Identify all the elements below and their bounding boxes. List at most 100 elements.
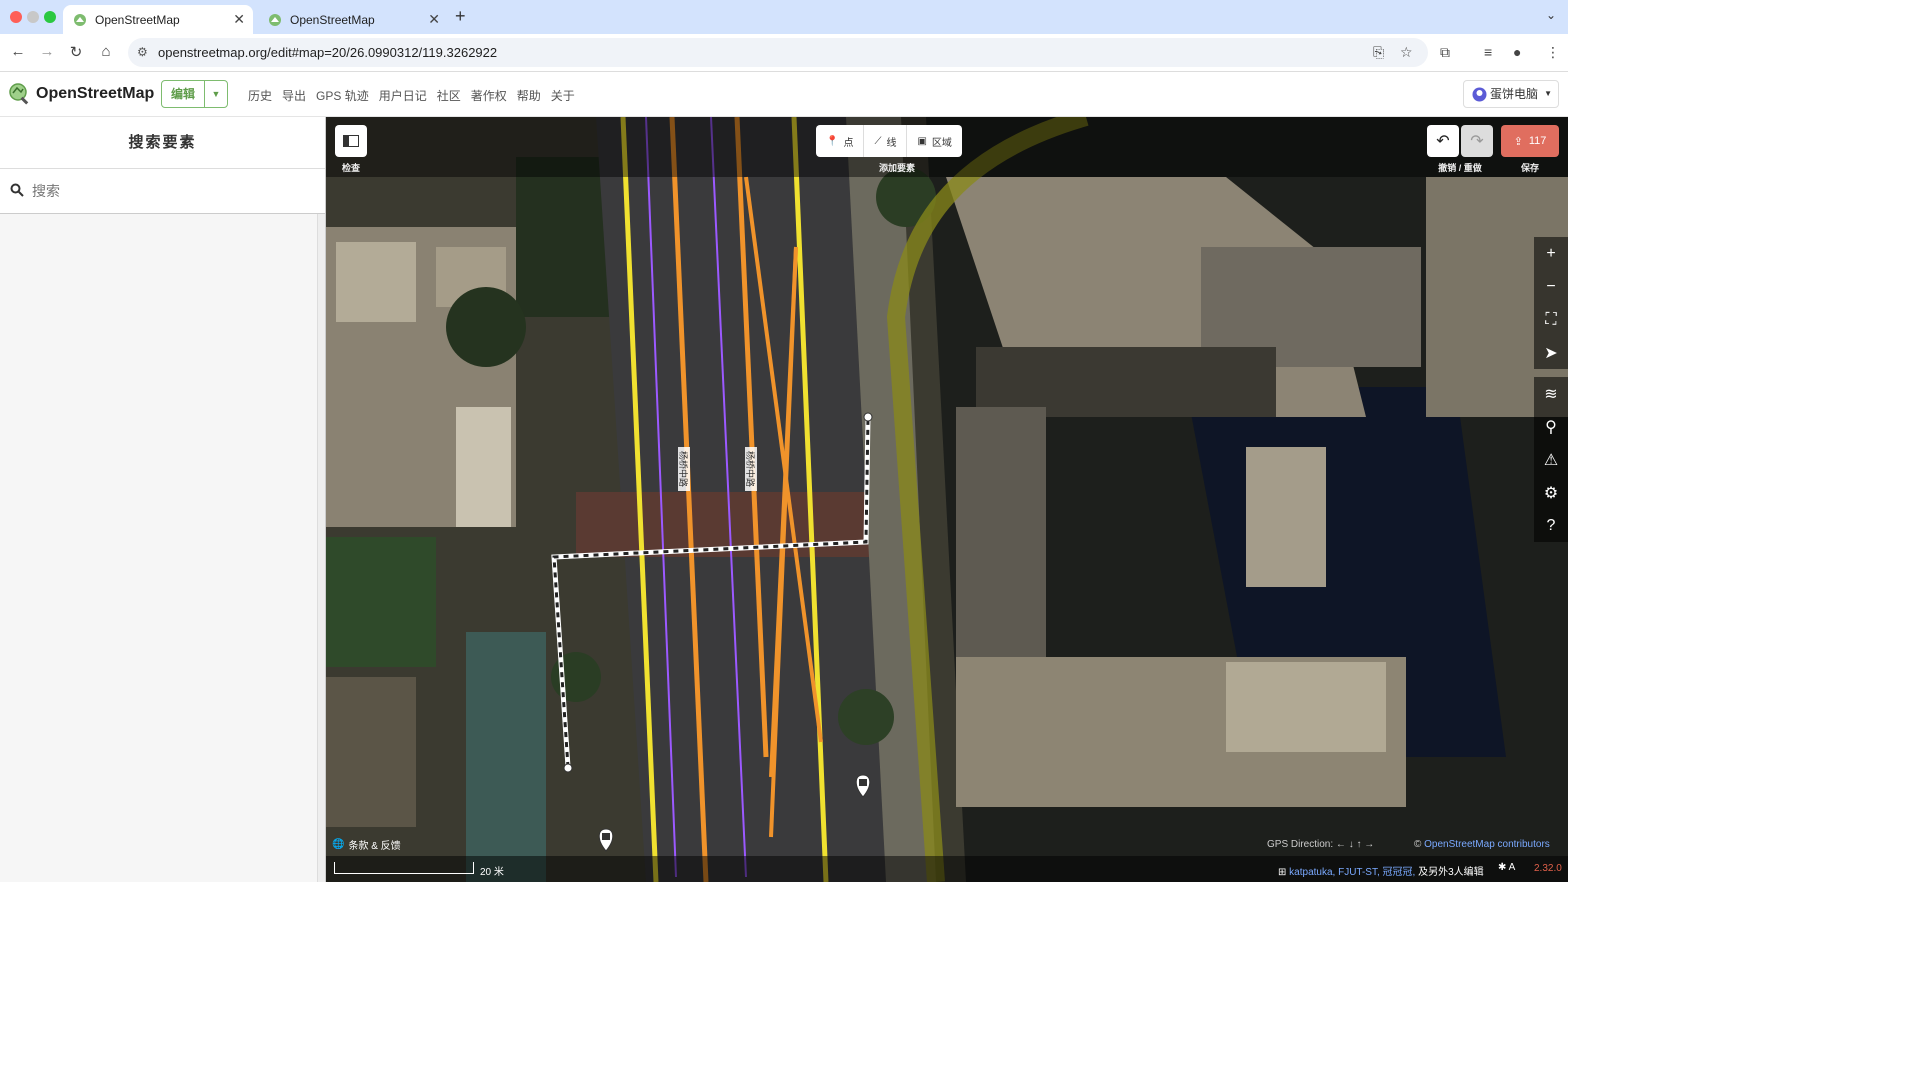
add-area-label: 区域 bbox=[931, 137, 952, 149]
bookmark-star-icon[interactable]: ☆ bbox=[1400, 44, 1413, 61]
feature-search-input[interactable] bbox=[32, 178, 312, 204]
add-area-button[interactable]: ▣ 区域 bbox=[907, 125, 961, 157]
terms-label: 条款 & 反馈 bbox=[348, 841, 401, 852]
language-label: A bbox=[1508, 862, 1516, 873]
tab-title: OpenStreetMap bbox=[290, 12, 375, 27]
sidebar-resizer[interactable] bbox=[317, 214, 325, 882]
add-point-label: 点 bbox=[843, 137, 854, 149]
home-icon[interactable]: ⌂ bbox=[96, 43, 116, 60]
road-label-layer: 杨桥中路 杨桥中路 bbox=[677, 447, 757, 491]
minimize-window-button[interactable] bbox=[27, 11, 39, 23]
contributors-info: ⊞ katpatuka, FJUT-ST, 冠冠冠, 及另外3人编辑 bbox=[1278, 863, 1484, 878]
browser-tab-1[interactable]: OpenStreetMap ✕ bbox=[63, 5, 253, 34]
back-icon[interactable]: ← bbox=[8, 43, 28, 60]
tab-close-icon[interactable]: ✕ bbox=[428, 11, 440, 28]
osm-favicon-icon bbox=[269, 13, 281, 26]
nav-link-export[interactable]: 导出 bbox=[282, 87, 306, 104]
help-icon[interactable]: ? bbox=[1534, 509, 1568, 542]
save-button[interactable]: ⇪ 117 bbox=[1501, 125, 1559, 157]
user-name: 蛋饼电脑 bbox=[1490, 87, 1539, 101]
globe-icon: 🌐 bbox=[332, 839, 345, 850]
attribution-link[interactable]: OpenStreetMap contributors bbox=[1424, 839, 1550, 850]
gps-direction-info: GPS Direction: ← ↓ ↑ → bbox=[1267, 839, 1374, 850]
nav-link-history[interactable]: 历史 bbox=[248, 87, 272, 104]
contributors-more[interactable]: 及另外3人编辑 bbox=[1418, 867, 1484, 878]
terms-feedback-link[interactable]: 🌐 条款 & 反馈 bbox=[332, 837, 401, 852]
nav-link-copyright[interactable]: 著作权 bbox=[471, 87, 507, 104]
point-icon: 📍 bbox=[826, 135, 839, 147]
forward-icon[interactable]: → bbox=[37, 43, 57, 60]
zoom-in-icon[interactable]: + bbox=[1534, 237, 1568, 270]
address-bar[interactable]: ⚙ openstreetmap.org/edit#map=20/26.09903… bbox=[128, 38, 1428, 67]
edit-button[interactable]: 编辑 bbox=[162, 81, 205, 107]
nav-link-community[interactable]: 社区 bbox=[437, 87, 461, 104]
scale-bar[interactable] bbox=[334, 862, 474, 874]
reload-icon[interactable]: ↻ bbox=[66, 43, 86, 61]
add-line-button[interactable]: ⟋ 线 bbox=[864, 125, 908, 157]
upload-icon: ⇪ bbox=[1513, 135, 1523, 148]
undo-button[interactable]: ↶ bbox=[1427, 125, 1459, 157]
browser-menu-icon[interactable]: ⋮ bbox=[1546, 44, 1560, 61]
history-icon: ⊞ bbox=[1278, 867, 1287, 878]
add-line-label: 线 bbox=[886, 137, 897, 149]
url-text: openstreetmap.org/edit#map=20/26.0990312… bbox=[158, 45, 498, 60]
undo-redo-label: 撤销 / 重做 bbox=[1438, 163, 1482, 173]
map-data-icon[interactable]: ⚲ bbox=[1534, 410, 1568, 443]
background-layers-icon[interactable]: ≋ bbox=[1534, 377, 1568, 410]
osm-header: OpenStreetMap 编辑 ▼ 历史 导出 GPS 轨迹 用户日记 社区 … bbox=[0, 72, 1568, 117]
install-app-icon[interactable]: ⎘ bbox=[1373, 44, 1384, 61]
nav-link-help[interactable]: 帮助 bbox=[517, 87, 541, 104]
new-tab-icon[interactable]: + bbox=[455, 6, 466, 27]
line-icon: ⟋ bbox=[874, 135, 882, 147]
browser-tab-2[interactable]: OpenStreetMap ✕ bbox=[258, 5, 448, 34]
tab-search-icon[interactable]: ⌄ bbox=[1546, 8, 1556, 22]
tab-close-icon[interactable]: ✕ bbox=[233, 11, 245, 28]
osm-logo-icon[interactable] bbox=[8, 82, 32, 106]
geolocate-icon[interactable]: ➤ bbox=[1534, 336, 1568, 369]
road-label-2: 杨桥中路 bbox=[744, 451, 756, 487]
nav-link-gps-traces[interactable]: GPS 轨迹 bbox=[316, 87, 369, 104]
map-canvas[interactable]: 杨桥中路 杨桥中路 检查 📍 点 ⟋ 线 ▣ 区域 添加要素 ↶ ↷ 撤销 / … bbox=[326, 117, 1568, 882]
media-controls-icon[interactable]: ≡ bbox=[1484, 44, 1492, 60]
save-label: 保存 bbox=[1520, 163, 1539, 173]
inspector-toggle-button[interactable] bbox=[335, 125, 367, 157]
preferences-icon[interactable]: ⚙ bbox=[1534, 476, 1568, 509]
redo-button[interactable]: ↷ bbox=[1461, 125, 1493, 157]
language-switch[interactable]: ✱ A bbox=[1498, 862, 1515, 873]
road-label-1: 杨桥中路 bbox=[677, 451, 689, 487]
browser-toolbar: ← → ↻ ⌂ ⚙ openstreetmap.org/edit#map=20/… bbox=[0, 34, 1568, 72]
bug-icon: ✱ bbox=[1498, 862, 1507, 873]
edit-dropdown-icon[interactable]: ▼ bbox=[205, 81, 227, 107]
close-window-button[interactable] bbox=[10, 11, 22, 23]
user-avatar-icon bbox=[1472, 87, 1487, 102]
maximize-window-button[interactable] bbox=[44, 11, 56, 23]
zoom-out-icon[interactable]: − bbox=[1534, 270, 1568, 303]
issues-icon[interactable]: ⚠ bbox=[1534, 443, 1568, 476]
editor-version[interactable]: 2.32.0 bbox=[1534, 863, 1562, 874]
gps-direction-label: GPS Direction: bbox=[1267, 839, 1334, 850]
add-point-button[interactable]: 📍 点 bbox=[816, 125, 865, 157]
nav-link-diaries[interactable]: 用户日记 bbox=[379, 87, 427, 104]
redo-icon: ↷ bbox=[1470, 133, 1484, 150]
user-menu[interactable]: 蛋饼电脑 ▼ bbox=[1463, 80, 1559, 108]
map-panel-controls: ≋ ⚲ ⚠ ⚙ ? bbox=[1534, 377, 1568, 542]
save-count: 117 bbox=[1528, 135, 1547, 147]
contributors-list[interactable]: katpatuka, FJUT-ST, 冠冠冠, bbox=[1289, 867, 1415, 878]
sidebar-toggle-icon bbox=[343, 135, 359, 147]
add-feature-toolbar: 📍 点 ⟋ 线 ▣ 区域 bbox=[816, 125, 962, 157]
add-feature-label: 添加要素 bbox=[878, 163, 915, 173]
attribution-prefix: © bbox=[1414, 839, 1422, 850]
site-info-icon[interactable]: ⚙ bbox=[137, 45, 148, 59]
osm-brand[interactable]: OpenStreetMap bbox=[36, 85, 154, 103]
feature-search-sidebar: 搜索要素 bbox=[0, 117, 326, 882]
nav-link-about[interactable]: 关于 bbox=[551, 87, 575, 104]
extensions-icon[interactable]: ⧉ bbox=[1440, 44, 1450, 61]
osm-favicon-icon bbox=[74, 13, 86, 26]
undo-icon: ↶ bbox=[1436, 133, 1450, 150]
sidebar-title: 搜索要素 bbox=[128, 134, 197, 151]
scale-label: 20 米 bbox=[480, 867, 504, 878]
zoom-to-selection-icon[interactable]: ⛶ bbox=[1534, 303, 1568, 336]
browser-tab-bar: OpenStreetMap ✕ OpenStreetMap ✕ + ⌄ bbox=[0, 0, 1568, 34]
osm-nav-links: 历史 导出 GPS 轨迹 用户日记 社区 著作权 帮助 关于 bbox=[248, 87, 575, 104]
profile-avatar-icon[interactable]: ● bbox=[1513, 44, 1521, 60]
